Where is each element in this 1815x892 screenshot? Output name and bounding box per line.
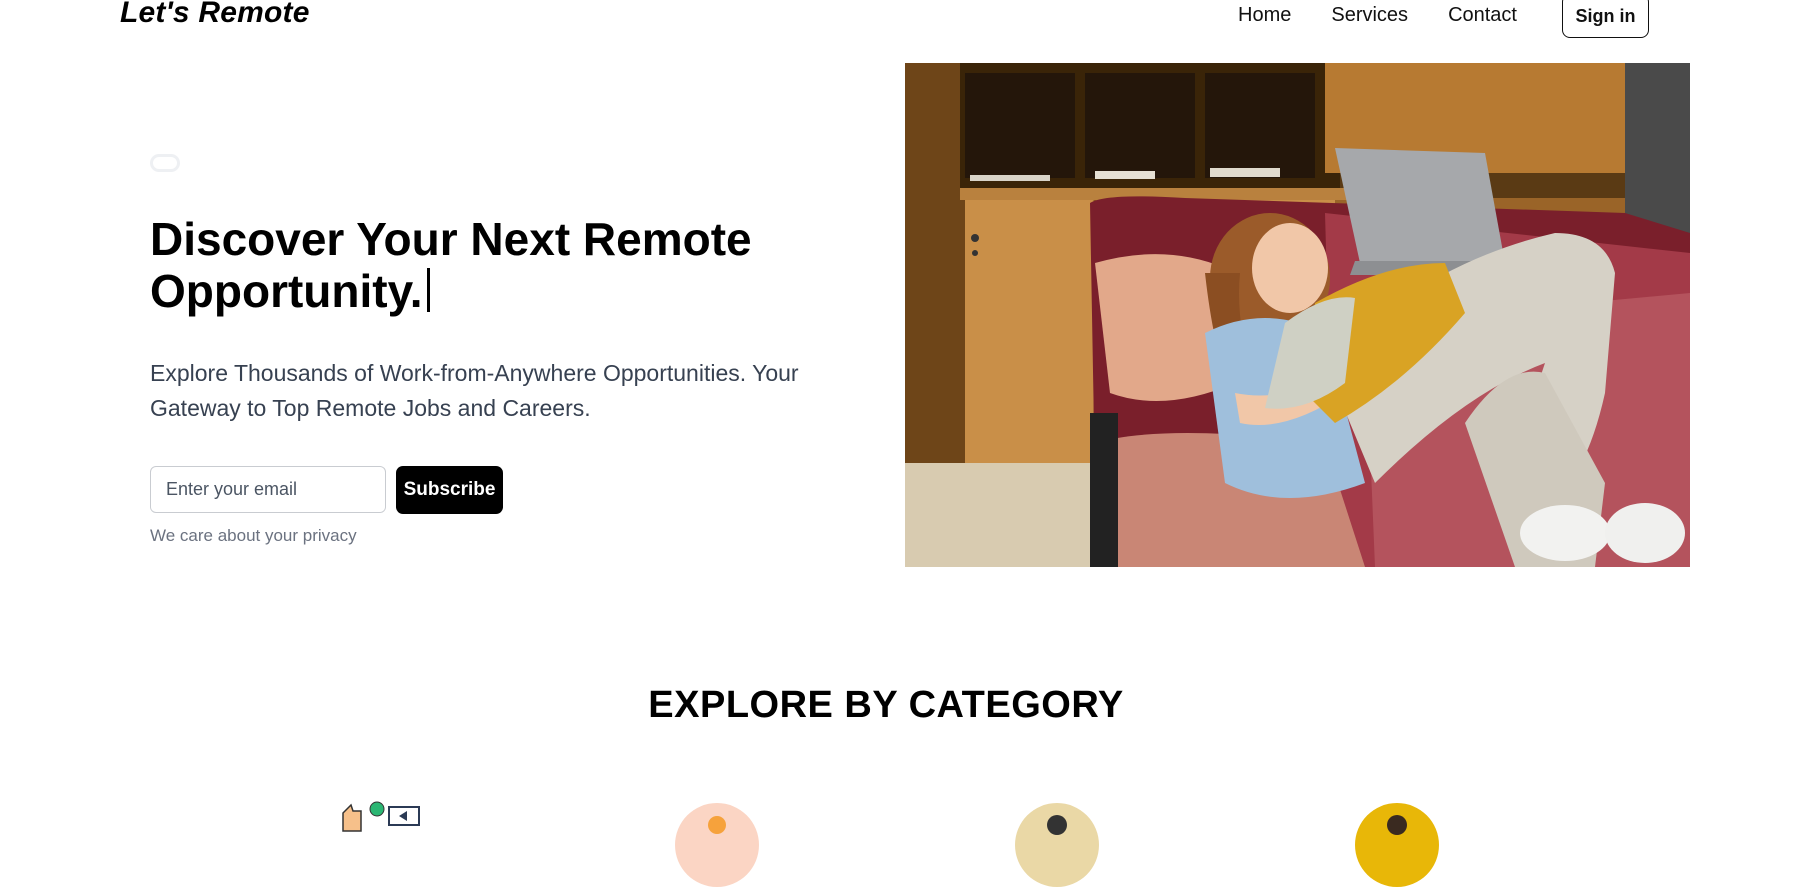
marketing-icon[interactable] [325, 801, 420, 887]
hero-subtitle: Explore Thousands of Work-from-Anywhere … [150, 360, 799, 421]
nav-link-services[interactable]: Services [1331, 4, 1408, 27]
woman-on-couch-with-laptop-photo [905, 63, 1690, 567]
hero-title: Discover Your Next Remote Opportunity. [150, 213, 850, 317]
hero-badge [150, 154, 180, 172]
nav-link-contact[interactable]: Contact [1448, 4, 1517, 27]
email-input[interactable] [150, 466, 386, 513]
section-title-categories: EXPLORE BY CATEGORY [648, 684, 1124, 726]
developer-icon[interactable] [1355, 803, 1439, 887]
hero-title-text: Discover Your Next Remote Opportunity. [150, 213, 752, 317]
nav-links: Home Services Contact [1238, 4, 1557, 27]
privacy-note: We care about your privacy [150, 526, 357, 545]
sign-in-button[interactable]: Sign in [1562, 0, 1649, 38]
brand-logo[interactable]: Let's Remote [120, 0, 310, 30]
design-icon[interactable] [675, 803, 759, 887]
support-icon[interactable] [1015, 803, 1099, 887]
hero-photo [905, 63, 1690, 567]
top-navbar: Let's Remote Home Services Contact Sign … [0, 0, 1815, 50]
typing-cursor [426, 268, 430, 312]
subscribe-button[interactable]: Subscribe [396, 466, 503, 514]
nav-link-home[interactable]: Home [1238, 4, 1291, 27]
